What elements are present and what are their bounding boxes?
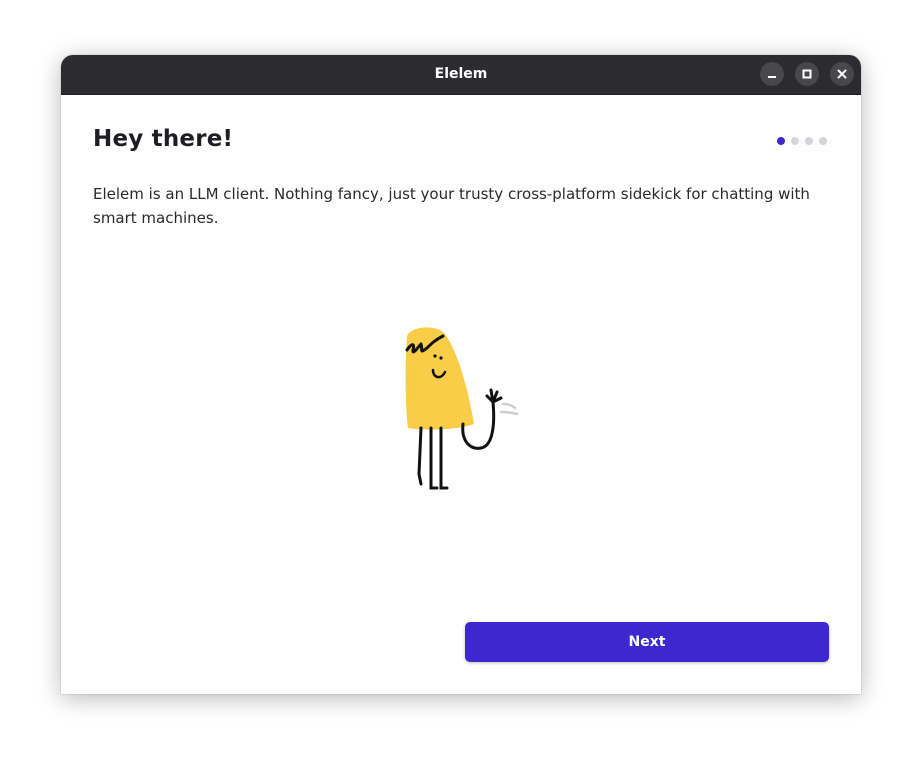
onboarding-page: Hey there! Elelem is an LLM client. Noth… (61, 94, 861, 694)
close-button[interactable] (830, 62, 854, 86)
page-dot-2 (791, 137, 799, 145)
page-indicator (777, 137, 827, 145)
page-heading: Hey there! (93, 126, 234, 152)
page-dot-3 (805, 137, 813, 145)
waving-character-illustration (405, 327, 519, 490)
minimize-icon (768, 76, 776, 78)
page-description: Elelem is an LLM client. Nothing fancy, … (93, 185, 810, 227)
minimize-button[interactable] (760, 62, 784, 86)
titlebar[interactable]: Elelem (61, 55, 861, 95)
window-title: Elelem (434, 66, 488, 82)
maximize-button[interactable] (795, 62, 819, 86)
close-icon (837, 69, 847, 79)
page-dot-1 (777, 137, 785, 145)
app-window: Elelem Hey there! Elelem is an LLM clien… (61, 55, 861, 694)
maximize-icon (802, 69, 812, 79)
next-button[interactable]: Next (465, 622, 829, 662)
page-dot-4 (819, 137, 827, 145)
